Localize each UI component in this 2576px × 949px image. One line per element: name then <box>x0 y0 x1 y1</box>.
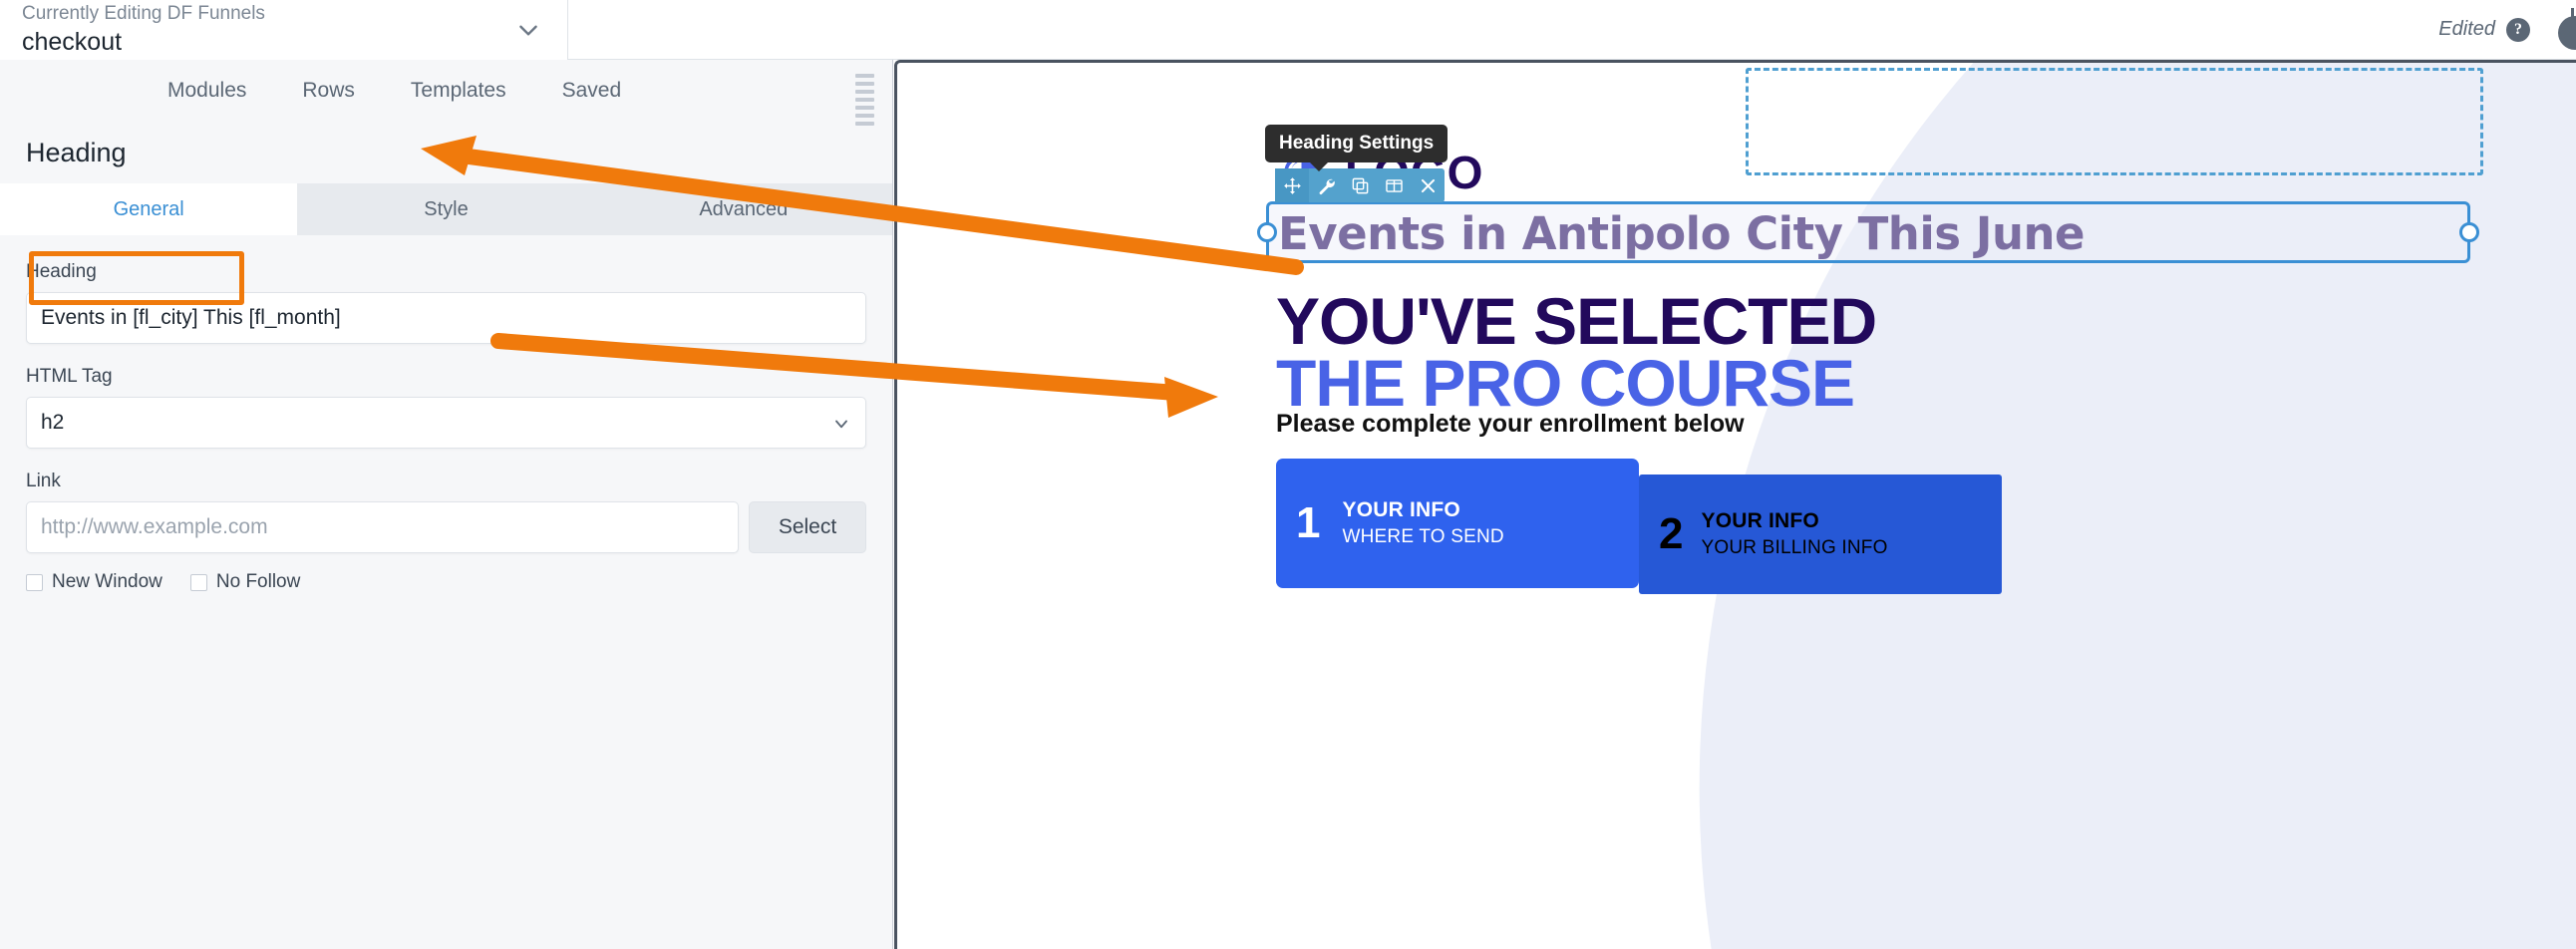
duplicate-icon[interactable] <box>1343 168 1377 202</box>
new-window-checkbox[interactable]: New Window <box>26 571 162 593</box>
panel-nav-templates[interactable]: Templates <box>383 60 534 122</box>
currently-editing-label: Currently Editing DF Funnels <box>22 2 265 24</box>
link-label: Link <box>26 471 61 491</box>
link-field-group: Link http://www.example.com Select New W… <box>26 471 866 593</box>
page-canvas[interactable]: LOGO Events in Antipolo City This June <box>894 60 2576 949</box>
html-tag-value: h2 <box>41 411 65 434</box>
funnel-selector[interactable]: Currently Editing DF Funnels checkout <box>0 0 568 60</box>
step-subtitle: WHERE TO SEND <box>1342 526 1504 547</box>
tab-style[interactable]: Style <box>297 183 594 235</box>
module-toolbar <box>1275 168 1445 202</box>
panel-nav-saved[interactable]: Saved <box>534 60 650 122</box>
tab-general[interactable]: General <box>0 183 298 235</box>
wrench-icon[interactable] <box>1309 168 1343 202</box>
checkout-step-2[interactable]: 2 YOUR INFO YOUR BILLING INFO <box>1639 474 2002 594</box>
edge-marker-icon <box>2571 8 2574 20</box>
html-tag-field-group: HTML Tag h2 <box>26 366 866 449</box>
checkout-step-1[interactable]: 1 YOUR INFO WHERE TO SEND <box>1276 459 1639 588</box>
step-subtitle: YOUR BILLING INFO <box>1701 537 1888 558</box>
panel-body: Heading Events in [fl_city] This [fl_mon… <box>0 235 892 593</box>
close-icon[interactable] <box>1411 168 1445 202</box>
funnel-selector-texts: Currently Editing DF Funnels checkout <box>22 2 511 58</box>
new-window-label: New Window <box>52 571 162 592</box>
heading-field-label: Heading <box>26 261 97 282</box>
checkbox-box <box>189 573 207 591</box>
heading-module-selection[interactable]: Heading Settings <box>1257 125 2479 263</box>
link-options-row: New Window No Follow <box>26 571 866 593</box>
empty-module-placeholder[interactable] <box>1746 68 2483 175</box>
panel-nav-modules[interactable]: Modules <box>140 60 274 122</box>
step-number: 1 <box>1296 498 1321 547</box>
checkbox-box <box>26 573 43 591</box>
link-input[interactable]: http://www.example.com <box>26 501 739 553</box>
no-follow-label: No Follow <box>215 571 301 592</box>
step-texts: YOUR INFO YOUR BILLING INFO <box>1701 509 1887 559</box>
step-title: YOUR INFO <box>1701 509 1819 532</box>
step-title: YOUR INFO <box>1342 498 1460 521</box>
html-tag-label: HTML Tag <box>26 366 113 387</box>
chevron-down-icon <box>831 398 851 450</box>
html-tag-select[interactable]: h2 <box>26 397 866 449</box>
hero-subtitle: Please complete your enrollment below <box>1276 410 1745 438</box>
move-icon[interactable] <box>1275 168 1309 202</box>
heading-settings-tooltip: Heading Settings <box>1265 125 1449 171</box>
drag-handle-icon[interactable] <box>855 74 874 126</box>
resize-handle-left-icon[interactable] <box>1257 222 1277 242</box>
tab-advanced[interactable]: Advanced <box>595 183 892 235</box>
top-bar: Currently Editing DF Funnels checkout Ed… <box>0 0 2576 60</box>
chevron-down-icon[interactable] <box>511 13 545 47</box>
step-texts: YOUR INFO WHERE TO SEND <box>1342 498 1503 548</box>
funnel-name: checkout <box>22 27 123 56</box>
panel-tabs: General Style Advanced <box>0 183 892 235</box>
resize-handle-right-icon[interactable] <box>2459 222 2479 242</box>
question-mark-icon[interactable]: ? <box>2506 17 2530 42</box>
edited-status: Edited <box>2438 18 2495 40</box>
top-bar-right: Edited ? <box>568 0 2576 59</box>
columns-icon[interactable] <box>1377 168 1411 202</box>
avatar[interactable] <box>2558 16 2576 50</box>
panel-nav-rows[interactable]: Rows <box>274 60 383 122</box>
link-row: http://www.example.com Select <box>26 501 866 553</box>
heading-field-group: Heading Events in [fl_city] This [fl_mon… <box>26 251 866 344</box>
panel-nav: Modules Rows Templates Saved <box>0 60 892 126</box>
no-follow-checkbox[interactable]: No Follow <box>189 571 301 593</box>
select-button[interactable]: Select <box>749 501 866 553</box>
heading-input[interactable]: Events in [fl_city] This [fl_month] <box>26 292 866 344</box>
settings-panel: Modules Rows Templates Saved Heading Gen… <box>0 60 893 949</box>
step-number: 2 <box>1659 509 1684 558</box>
page-title: Heading <box>0 122 892 183</box>
